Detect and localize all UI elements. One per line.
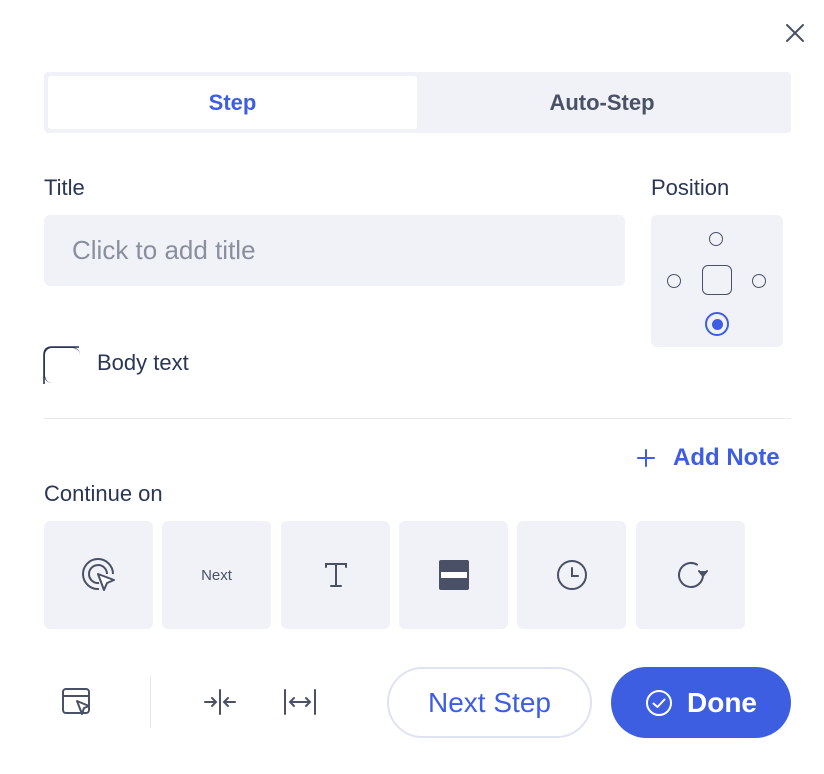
continue-on-text-option[interactable] bbox=[281, 521, 390, 629]
collapse-width-icon bbox=[204, 689, 236, 715]
plus-icon bbox=[637, 449, 655, 467]
position-label: Position bbox=[651, 175, 730, 200]
text-input-icon bbox=[324, 563, 347, 587]
add-note-label: Add Note bbox=[673, 444, 780, 471]
position-bottom-radio[interactable] bbox=[705, 312, 729, 336]
next-step-button[interactable]: Next Step bbox=[387, 667, 592, 738]
close-button[interactable] bbox=[781, 19, 809, 47]
tab-auto-step[interactable]: Auto-Step bbox=[417, 76, 787, 129]
position-top-radio[interactable] bbox=[709, 232, 723, 246]
expand-width-button[interactable] bbox=[282, 686, 318, 718]
position-center-anchor bbox=[702, 265, 732, 295]
step-editor-panel: Step Auto-Step Title Position Body text … bbox=[0, 0, 824, 774]
select-element-icon bbox=[62, 688, 90, 715]
continue-on-label: Continue on bbox=[44, 481, 163, 506]
body-text-checkbox[interactable] bbox=[43, 346, 80, 384]
continue-on-click-option[interactable] bbox=[44, 521, 153, 629]
tab-step[interactable]: Step bbox=[48, 76, 417, 129]
next-option-label: Next bbox=[201, 566, 232, 584]
expand-width-icon bbox=[284, 689, 316, 715]
position-picker bbox=[651, 215, 783, 347]
title-label: Title bbox=[44, 175, 85, 200]
section-divider bbox=[44, 418, 791, 419]
click-target-icon bbox=[81, 558, 115, 591]
clock-icon bbox=[556, 560, 587, 590]
close-icon bbox=[786, 24, 804, 42]
add-note-button[interactable]: Add Note bbox=[637, 444, 780, 472]
continue-on-refresh-option[interactable] bbox=[636, 521, 745, 629]
done-label: Done bbox=[687, 686, 757, 718]
done-button[interactable]: Done bbox=[611, 667, 791, 738]
check-circle-icon bbox=[646, 689, 672, 716]
collapse-width-button[interactable] bbox=[202, 686, 238, 718]
refresh-icon bbox=[677, 562, 708, 588]
continue-on-timer-option[interactable] bbox=[517, 521, 626, 629]
footer-divider bbox=[150, 676, 151, 728]
widget-icon bbox=[438, 560, 469, 590]
body-text-label: Body text bbox=[97, 350, 189, 375]
position-right-radio[interactable] bbox=[752, 274, 766, 288]
select-element-button[interactable] bbox=[59, 684, 95, 720]
position-left-radio[interactable] bbox=[667, 274, 681, 288]
title-input[interactable] bbox=[44, 215, 625, 286]
step-type-tabs: Step Auto-Step bbox=[44, 72, 791, 133]
continue-on-next-option[interactable]: Next bbox=[162, 521, 271, 629]
continue-on-widget-option[interactable] bbox=[399, 521, 508, 629]
